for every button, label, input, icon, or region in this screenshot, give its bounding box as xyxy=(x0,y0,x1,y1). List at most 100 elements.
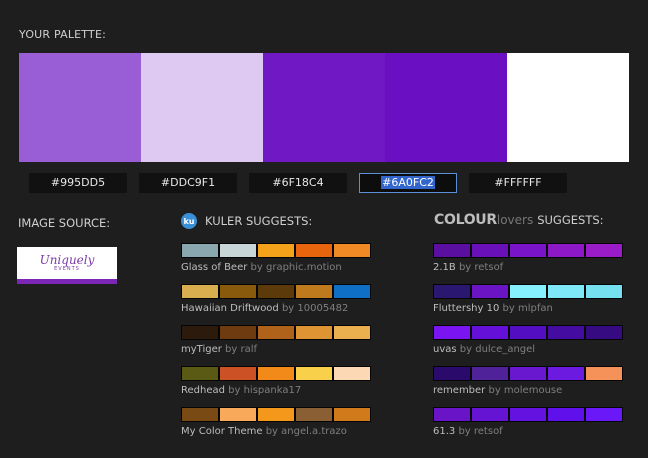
image-source-thumbnail[interactable]: Uniquely EVENTS xyxy=(17,247,117,284)
suggestion-caption: Fluttershy 10 by mlpfan xyxy=(433,303,623,314)
suggestion-color xyxy=(434,244,470,257)
suggestion-name[interactable]: Redhead xyxy=(181,385,225,396)
suggestion-author[interactable]: by retsof xyxy=(455,426,502,437)
suggestion-author[interactable]: by molemouse xyxy=(485,385,562,396)
suggestion-item[interactable]: 2.1B by retsof xyxy=(433,243,623,273)
hex-value: #6F18C4 xyxy=(272,176,324,189)
colourlovers-logo-colour: COLOUR xyxy=(434,212,497,228)
suggestion-item[interactable]: Fluttershy 10 by mlpfan xyxy=(433,284,623,314)
suggestion-color xyxy=(472,285,508,298)
suggestion-color-strip[interactable] xyxy=(181,243,371,258)
suggestion-color xyxy=(220,285,256,298)
hex-field[interactable]: #6F18C4 xyxy=(249,173,347,193)
suggestion-color xyxy=(296,408,332,421)
suggestion-color xyxy=(258,367,294,380)
suggestion-color-strip[interactable] xyxy=(433,243,623,258)
palette-swatch[interactable] xyxy=(141,53,263,162)
suggestion-color xyxy=(548,244,584,257)
suggestion-author[interactable]: by mlpfan xyxy=(499,303,553,314)
suggestion-color-strip[interactable] xyxy=(433,366,623,381)
suggestion-color xyxy=(548,367,584,380)
suggestion-name[interactable]: Fluttershy 10 xyxy=(433,303,499,314)
suggestion-caption: My Color Theme by angel.a.trazo xyxy=(181,426,371,437)
suggestion-color xyxy=(334,408,370,421)
suggestion-color xyxy=(586,326,622,339)
suggestion-color xyxy=(182,326,218,339)
suggestion-color xyxy=(510,326,546,339)
suggestion-item[interactable]: Glass of Beer by graphic.motion xyxy=(181,243,371,273)
hex-value: #FFFFFF xyxy=(494,176,542,189)
suggestion-color xyxy=(220,244,256,257)
suggestion-color-strip[interactable] xyxy=(181,284,371,299)
suggestion-color-strip[interactable] xyxy=(181,366,371,381)
suggestion-color xyxy=(472,244,508,257)
suggestion-color xyxy=(258,285,294,298)
suggestion-color-strip[interactable] xyxy=(181,325,371,340)
hex-value: #6A0FC2 xyxy=(381,176,435,189)
suggestion-name[interactable]: My Color Theme xyxy=(181,426,263,437)
suggestion-caption: uvas by dulce_angel xyxy=(433,344,623,355)
kuler-label: KULER SUGGESTS: xyxy=(205,214,313,228)
suggestion-color xyxy=(334,285,370,298)
suggestion-name[interactable]: Hawaiian Driftwood xyxy=(181,303,279,314)
suggestion-item[interactable]: Redhead by hispanka17 xyxy=(181,366,371,396)
suggestion-color xyxy=(220,367,256,380)
logo-text: Uniquely xyxy=(39,253,95,267)
suggestion-color xyxy=(434,285,470,298)
suggestion-name[interactable]: 2.1B xyxy=(433,262,456,273)
suggestion-color xyxy=(296,367,332,380)
suggestion-color-strip[interactable] xyxy=(433,407,623,422)
suggestion-author[interactable]: by retsof xyxy=(456,262,503,273)
suggestion-name[interactable]: remember xyxy=(433,385,485,396)
palette-swatch[interactable] xyxy=(385,53,507,162)
suggestion-item[interactable]: uvas by dulce_angel xyxy=(433,325,623,355)
suggestion-color-strip[interactable] xyxy=(433,325,623,340)
suggestion-color xyxy=(182,367,218,380)
suggestion-name[interactable]: myTiger xyxy=(181,344,222,355)
suggestion-color xyxy=(220,408,256,421)
suggestion-author[interactable]: by hispanka17 xyxy=(225,385,301,396)
hex-field[interactable]: #6A0FC2 xyxy=(359,173,457,193)
suggestion-color xyxy=(586,408,622,421)
suggestion-author[interactable]: by dulce_angel xyxy=(457,344,535,355)
suggestion-color-strip[interactable] xyxy=(181,407,371,422)
colourlovers-label: SUGGESTS: xyxy=(537,213,604,227)
suggestion-color-strip[interactable] xyxy=(433,284,623,299)
suggestion-caption: 61.3 by retsof xyxy=(433,426,623,437)
palette-swatch[interactable] xyxy=(19,53,141,162)
palette-hex-row: #995DD5 #DDC9F1 #6F18C4 #6A0FC2 #FFFFFF xyxy=(19,173,629,193)
suggestion-item[interactable]: 61.3 by retsof xyxy=(433,407,623,437)
suggestion-color xyxy=(258,408,294,421)
suggestion-author[interactable]: by 10005482 xyxy=(279,303,348,314)
suggestion-color xyxy=(510,244,546,257)
suggestion-author[interactable]: by angel.a.trazo xyxy=(263,426,347,437)
suggestion-color xyxy=(182,244,218,257)
hex-value: #DDC9F1 xyxy=(160,176,216,189)
hex-field[interactable]: #995DD5 xyxy=(29,173,127,193)
suggestion-item[interactable]: myTiger by ralf xyxy=(181,325,371,355)
palette-swatch[interactable] xyxy=(507,53,629,162)
kuler-header: ku KULER SUGGESTS: xyxy=(181,213,312,229)
suggestion-item[interactable]: Hawaiian Driftwood by 10005482 xyxy=(181,284,371,314)
palette-swatch[interactable] xyxy=(263,53,385,162)
hex-field[interactable]: #DDC9F1 xyxy=(139,173,237,193)
suggestion-color xyxy=(220,326,256,339)
palette-title: YOUR PALETTE: xyxy=(19,28,107,41)
hex-field[interactable]: #FFFFFF xyxy=(469,173,567,193)
suggestion-caption: Redhead by hispanka17 xyxy=(181,385,371,396)
suggestion-color xyxy=(548,285,584,298)
suggestion-name[interactable]: 61.3 xyxy=(433,426,455,437)
suggestion-author[interactable]: by ralf xyxy=(222,344,257,355)
suggestion-color xyxy=(296,285,332,298)
suggestion-caption: remember by molemouse xyxy=(433,385,623,396)
suggestion-author[interactable]: by graphic.motion xyxy=(247,262,342,273)
suggestion-item[interactable]: My Color Theme by angel.a.trazo xyxy=(181,407,371,437)
suggestion-color xyxy=(258,244,294,257)
suggestion-caption: Glass of Beer by graphic.motion xyxy=(181,262,371,273)
suggestion-name[interactable]: uvas xyxy=(433,344,457,355)
suggestion-color xyxy=(182,285,218,298)
suggestion-name[interactable]: Glass of Beer xyxy=(181,262,247,273)
suggestion-item[interactable]: remember by molemouse xyxy=(433,366,623,396)
suggestion-color xyxy=(510,367,546,380)
suggestion-color xyxy=(586,285,622,298)
